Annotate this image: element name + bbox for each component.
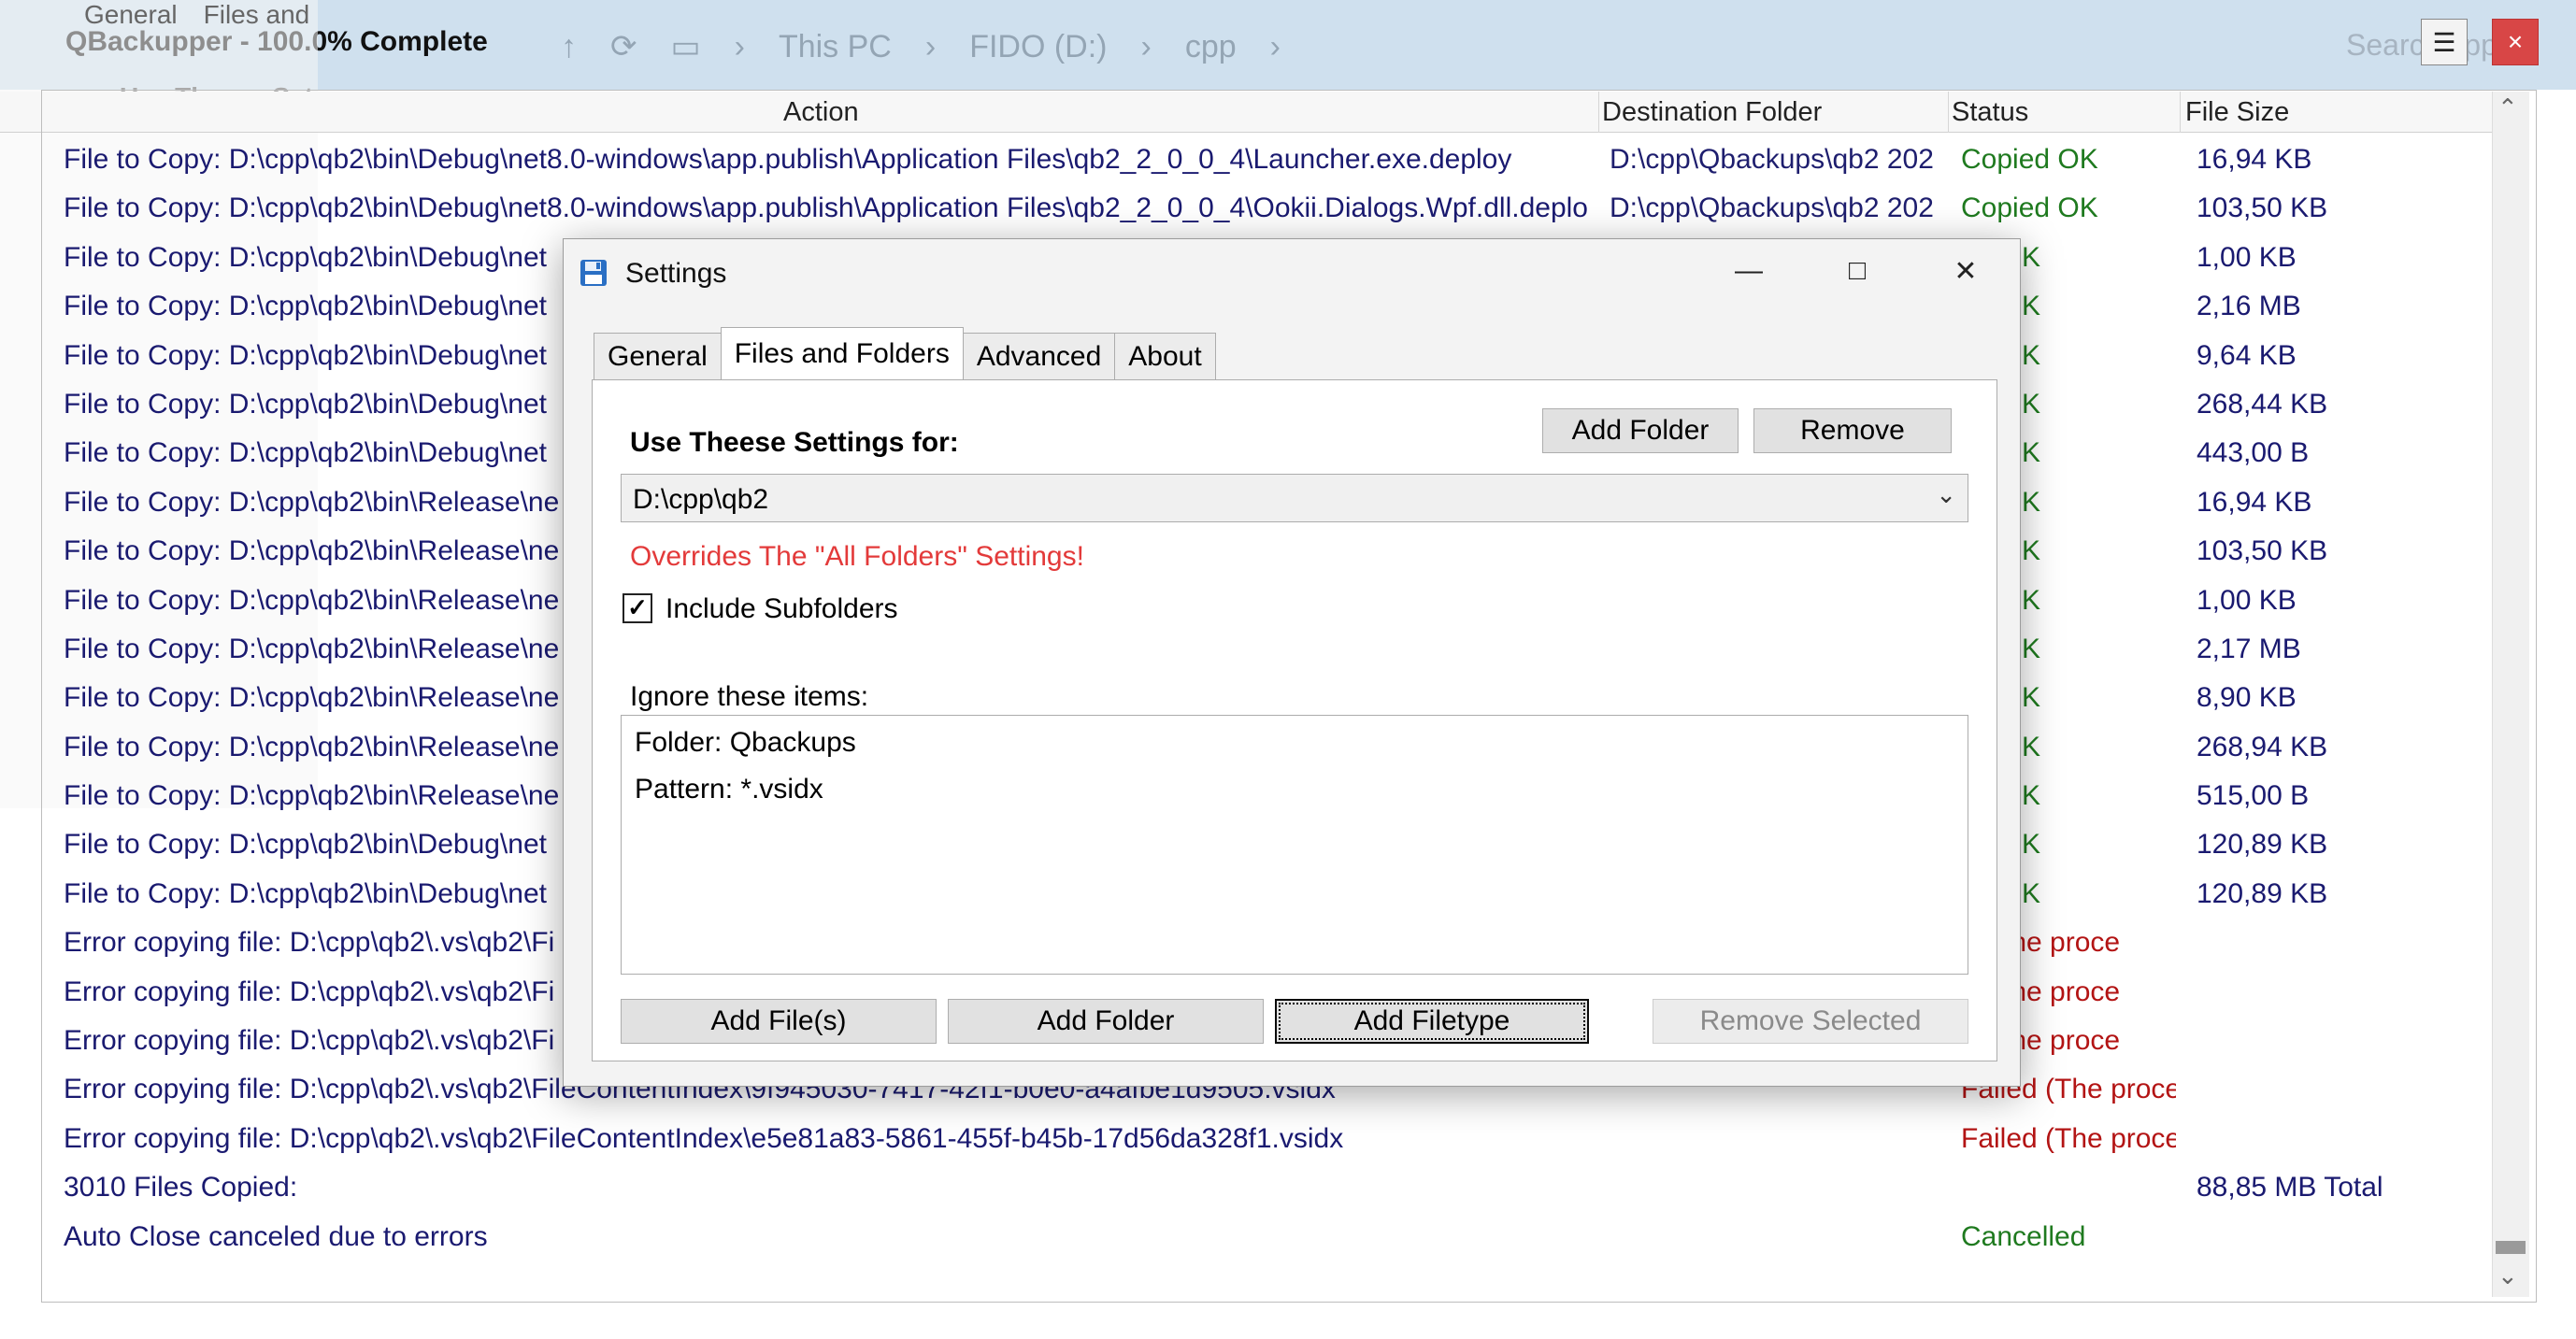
action-cell: 3010 Files Copied:	[64, 1172, 298, 1204]
file-size-cell: 515,00 B	[2197, 780, 2310, 812]
background-crumb: ›	[1140, 28, 1152, 64]
background-crumb: ›	[924, 28, 937, 64]
scroll-down-icon[interactable]: ⌄	[2497, 1261, 2518, 1290]
hamburger-icon[interactable]: ☰	[2421, 19, 2468, 65]
overrides-warning: Overrides The "All Folders" Settings!	[630, 541, 1084, 572]
folder-select[interactable]: D:\cpp\qb2 ⌄	[621, 474, 1968, 522]
remove-selected-button[interactable]: Remove Selected	[1653, 999, 1968, 1044]
table-row[interactable]: File to Copy: D:\cpp\qb2\bin\Debug\net8.…	[0, 185, 2514, 234]
add-files-button[interactable]: Add File(s)	[621, 999, 937, 1044]
file-size-cell: 103,50 KB	[2197, 192, 2328, 224]
background-crumb: cpp	[1184, 28, 1237, 64]
ignore-items-list[interactable]: Folder: Qbackups Pattern: *.vsidx	[621, 715, 1968, 975]
dialog-titlebar: Settings — □ ✕	[564, 239, 2020, 305]
folder-select-value: D:\cpp\qb2	[633, 484, 769, 515]
background-tab: Files and	[203, 0, 310, 29]
remove-folder-button[interactable]: Remove	[1753, 408, 1952, 453]
table-row[interactable]: Error copying file: D:\cpp\qb2\.vs\qb2\F…	[0, 1116, 2514, 1164]
background-crumb: ›	[1269, 28, 1281, 64]
vertical-scrollbar[interactable]	[2492, 92, 2529, 1297]
background-explorer-breadcrumb: ↑ ⟳ ▭ › This PC › FIDO (D:) › cpp ›	[561, 19, 1281, 75]
file-size-cell: 103,50 KB	[2197, 535, 2328, 567]
background-crumb: ›	[734, 28, 745, 64]
tab-about[interactable]: About	[1114, 333, 1216, 379]
minimize-icon[interactable]: —	[1721, 252, 1777, 290]
window-titlebar: ↑⟳▭›This PC›FIDO (D:)›cpp› Search cpp QB…	[0, 0, 2576, 90]
add-ignore-folder-button[interactable]: Add Folder	[948, 999, 1264, 1044]
tab-general[interactable]: General	[594, 333, 722, 379]
column-header-status[interactable]: Status	[1952, 97, 2028, 128]
status-cell: Failed (The proce	[1961, 1122, 2176, 1154]
file-size-cell: 88,85 MB Total	[2197, 1172, 2383, 1204]
file-size-cell: 1,00 KB	[2197, 241, 2297, 273]
settings-tabs: General Files and Folders Advanced About	[594, 327, 1216, 381]
files-and-folders-page: Use Theese Settings for: Add Folder Remo…	[592, 379, 1997, 1061]
settings-dialog: Settings — □ ✕ General Files and Folders…	[563, 238, 2021, 1087]
table-row[interactable]: 3010 Files Copied: 88,85 MB Total	[0, 1164, 2514, 1213]
background-crumb: FIDO (D:)	[969, 28, 1108, 64]
status-cell: Copied OK	[1961, 144, 2098, 175]
include-subfolders-checkbox[interactable]: ✓	[623, 593, 652, 623]
background-crumb: ⟳	[610, 29, 637, 64]
file-size-cell: 120,89 KB	[2197, 829, 2328, 861]
destination-cell: D:\cpp\Qbackups\qb2 202	[1610, 144, 1934, 175]
action-cell: Auto Close canceled due to errors	[64, 1220, 488, 1252]
action-cell: File to Copy: D:\cpp\qb2\bin\Debug\net8.…	[64, 144, 1512, 175]
status-cell: Cancelled	[1961, 1220, 2086, 1252]
file-size-cell: 443,00 B	[2197, 437, 2310, 469]
status-cell: Copied OK	[1961, 192, 2098, 224]
scroll-thumb[interactable]	[2496, 1241, 2526, 1254]
file-size-cell: 268,94 KB	[2197, 731, 2328, 762]
ignore-items-label: Ignore these items:	[630, 681, 869, 712]
column-header-action[interactable]: Action	[783, 97, 859, 128]
tab-files-and-folders[interactable]: Files and Folders	[720, 327, 964, 379]
column-header-file-size[interactable]: File Size	[2185, 97, 2289, 128]
file-size-cell: 16,94 KB	[2197, 144, 2312, 175]
scroll-up-icon[interactable]: ⌃	[2497, 93, 2518, 122]
table-row[interactable]: Auto Close canceled due to errors Cancell…	[0, 1214, 2514, 1262]
maximize-icon[interactable]: □	[1829, 252, 1885, 290]
file-size-cell: 268,44 KB	[2197, 388, 2328, 420]
file-size-cell: 1,00 KB	[2197, 584, 2297, 616]
tab-advanced[interactable]: Advanced	[962, 333, 1116, 379]
close-icon[interactable]: ×	[2492, 19, 2539, 65]
list-item[interactable]: Folder: Qbackups	[635, 727, 856, 759]
action-cell: Error copying file: D:\cpp\qb2\.vs\qb2\F…	[64, 1122, 1344, 1154]
list-item[interactable]: Pattern: *.vsidx	[635, 774, 823, 805]
dialog-close-icon[interactable]: ✕	[1938, 252, 1994, 290]
table-row[interactable]: File to Copy: D:\cpp\qb2\bin\Debug\net8.…	[0, 136, 2514, 185]
background-tab: General	[84, 0, 178, 29]
destination-cell: D:\cpp\Qbackups\qb2 202	[1610, 192, 1934, 224]
list-header: Action Destination Folder Status File Si…	[0, 92, 2514, 133]
column-header-destination[interactable]: Destination Folder	[1602, 97, 1822, 128]
background-tabs: General Files and	[84, 0, 309, 30]
floppy-disk-icon	[580, 260, 607, 286]
file-size-cell: 120,89 KB	[2197, 877, 2328, 909]
include-subfolders-label[interactable]: Include Subfolders	[665, 593, 898, 625]
background-crumb: ↑	[561, 28, 577, 64]
background-crumb: This PC	[778, 28, 892, 64]
action-cell: File to Copy: D:\cpp\qb2\bin\Debug\net8.…	[64, 192, 1588, 224]
add-filetype-button[interactable]: Add Filetype	[1275, 999, 1589, 1044]
chevron-down-icon: ⌄	[1936, 480, 1956, 508]
dialog-title: Settings	[625, 258, 727, 289]
file-size-cell: 2,16 MB	[2197, 291, 2301, 322]
file-size-cell: 16,94 KB	[2197, 486, 2312, 518]
background-crumb: ▭	[670, 29, 701, 64]
file-size-cell: 9,64 KB	[2197, 339, 2297, 371]
file-size-cell: 8,90 KB	[2197, 682, 2297, 714]
add-folder-button[interactable]: Add Folder	[1542, 408, 1739, 453]
use-settings-label: Use Theese Settings for:	[630, 427, 959, 458]
file-size-cell: 2,17 MB	[2197, 633, 2301, 664]
